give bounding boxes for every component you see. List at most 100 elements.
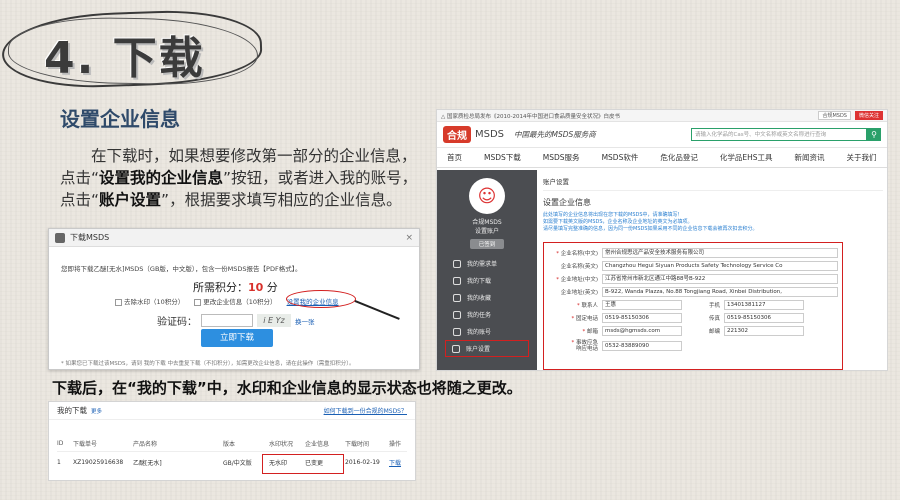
search-icon[interactable]: ⚲	[867, 128, 881, 141]
nav-home[interactable]: 首页	[447, 152, 462, 163]
sidebar-item-label: 我的需求单	[467, 261, 498, 268]
sidebar-item-label: 我的下载	[467, 278, 492, 285]
sidebar-item-account-settings[interactable]: 账户设置	[445, 340, 529, 357]
download-now-button[interactable]: 立即下载	[201, 329, 273, 347]
form-row: * 固定电话 0519-85150306 传真 0519-85150306	[544, 311, 842, 324]
field-label: * 联系人	[576, 302, 598, 309]
contact-input[interactable]: 王惠	[602, 299, 682, 310]
change-company-option[interactable]: 更改企业信息（10积分）	[194, 296, 277, 306]
field-label: 邮编	[708, 328, 720, 335]
nav-about[interactable]: 关于我们	[846, 152, 876, 163]
field-label: * 企业地址(中文)	[556, 276, 598, 283]
sidebar-item-tasks[interactable]: 我的任务	[437, 306, 537, 323]
account-button[interactable]: 合规MSDS	[818, 111, 851, 120]
phone-input[interactable]: 0519-85150306	[602, 312, 682, 323]
nav-msds-software[interactable]: MSDS软件	[602, 152, 639, 163]
field-label: * 邮箱	[582, 328, 598, 335]
nav-msds-download[interactable]: MSDS下载	[484, 152, 521, 163]
caption: 下载后，在“我的下载”中，水印和企业信息的显示状态也将随之更改。	[52, 379, 522, 397]
remove-watermark-option[interactable]: 去除水印（10积分）	[115, 296, 184, 306]
captcha-input[interactable]	[201, 314, 253, 327]
form-row: * 企业名称(中文) 常州合规思远产品安全技术服务有限公司	[544, 246, 842, 259]
download-link[interactable]: 下载	[389, 458, 407, 467]
sidebar-item-favorites[interactable]: 我的收藏	[437, 289, 537, 306]
downloads-header: 我的下载 更多 如何下载到一份合规的MSDS？	[49, 402, 415, 420]
field-label: 企业名称(英文)	[560, 263, 598, 270]
captcha-row: 验证码： i E Yz 换一张	[157, 313, 315, 328]
form-note: 如需要下载英文版的MSDS，企业名称及企业地址的英文为必填项。	[543, 219, 693, 225]
form-row: 企业地址(英文) B-922, Wanda Plazza, No.88 Tong…	[544, 285, 842, 298]
account-sidebar: ☺ 合规MSDS 设置账户 已签到 我的需求单 我的下载 我的收藏 我的任务 我…	[437, 170, 537, 370]
captcha-image[interactable]: i E Yz	[257, 314, 291, 327]
description: 在下载时，如果想要修改第一部分的企业信息，点击“设置我的企业信息”按钮，或者进入…	[60, 145, 422, 211]
nav-ehs-tools[interactable]: 化学品EHS工具	[720, 152, 773, 163]
signed-in-badge[interactable]: 已签到	[470, 239, 504, 249]
more-link[interactable]: 更多	[91, 407, 102, 415]
form-notes: 此处填写的企业信息将出现在您下载的MSDS中，请准确填写！ 如需要下载英文版的M…	[543, 212, 883, 233]
arrow-pointer	[354, 300, 400, 320]
points-label: 所需积分：	[193, 281, 248, 294]
site-slogan: 中国最先的MSDS服务商	[514, 130, 596, 139]
user-settings-link[interactable]: 设置账户	[437, 226, 537, 235]
field-label: * 企业名称(中文)	[556, 250, 598, 257]
desc-bold-1: 设置我的企业信息	[99, 169, 224, 187]
nav-news[interactable]: 新闻资讯	[794, 152, 824, 163]
form-row: * 企业地址(中文) 江苏省常州市新北区通江中路88号B-922	[544, 272, 842, 285]
captcha-label: 验证码：	[157, 317, 197, 328]
star-icon	[453, 293, 461, 302]
nav-msds-service[interactable]: MSDS服务	[543, 152, 580, 163]
company-info-form: * 企业名称(中文) 常州合规思远产品安全技术服务有限公司 企业名称(英文) C…	[543, 242, 843, 370]
my-downloads-panel: 我的下载 更多 如何下载到一份合规的MSDS？ ID 下载单号 产品名称 版本 …	[48, 401, 416, 481]
sidebar-item-downloads[interactable]: 我的下载	[437, 272, 537, 289]
cell-id: 1	[57, 458, 61, 466]
change-company-checkbox[interactable]	[194, 298, 202, 306]
site-logo-text: MSDS	[475, 129, 505, 140]
company-name-en-input[interactable]: Changzhou Hegui Siyuan Products Safety T…	[602, 260, 838, 271]
site-header: 合规 MSDS 中国最先的MSDS服务商 请输入化学品的Cas号、中文名称或英文…	[437, 122, 887, 148]
sidebar-item-requirements[interactable]: 我的需求单	[437, 255, 537, 272]
page-title: 设置企业信息	[543, 198, 591, 207]
column-header: 下载单号	[73, 441, 98, 448]
download-dialog: 下载MSDS × 您即将下载乙醚[无水]MSDS（GB版，中文版），包含一份MS…	[48, 228, 420, 370]
sidebar-item-label: 我的任务	[467, 312, 492, 319]
status-highlight-box	[262, 454, 344, 474]
emergency-phone-input[interactable]: 0532-83889090	[602, 341, 682, 351]
points-unit: 分	[263, 281, 278, 294]
avatar[interactable]: ☺	[469, 178, 505, 214]
column-header: 操作	[389, 441, 402, 448]
mobile-input[interactable]: 13401381127	[724, 299, 804, 310]
site-topbar: △ 国家质检总局发布《2010-2014年中国进口食品质量安全状况》白皮书 合规…	[437, 110, 887, 122]
form-row: * 联系人 王惠 手机 13401381127	[544, 298, 842, 311]
cell-order-no: XZ19025916638	[73, 458, 124, 466]
wechat-follow-button[interactable]: 微信关注	[854, 111, 883, 120]
zip-input[interactable]: 221302	[724, 325, 804, 336]
remove-watermark-checkbox[interactable]	[115, 298, 122, 306]
company-address-cn-input[interactable]: 江苏省常州市新北区通江中路88号B-922	[602, 273, 838, 284]
sidebar-item-label: 我的账号	[467, 329, 492, 336]
site-logo[interactable]: 合规	[443, 126, 471, 143]
highlight-oval	[286, 290, 356, 308]
announcement[interactable]: △ 国家质检总局发布《2010-2014年中国进口食品质量安全状况》白皮书	[441, 112, 620, 120]
sidebar-item-account[interactable]: 我的账号	[437, 323, 537, 340]
email-input[interactable]: msds@hgmsds.com	[602, 325, 682, 336]
form-note: 请尽量填写完整准确的信息，因为同一份MSDS如果采用不同的企业信息下载会被再次扣…	[543, 226, 758, 232]
fax-input[interactable]: 0519-85150306	[724, 312, 804, 323]
dialog-note: * 如果您已下载过该MSDS，请到 我的下载 中去重复下载（不扣积分），如需更改…	[61, 361, 355, 367]
close-icon[interactable]: ×	[405, 233, 413, 243]
refresh-captcha-link[interactable]: 换一张	[295, 316, 315, 326]
field-label: * 事故应急 响应电话	[571, 340, 598, 352]
dialog-title: 下载MSDS	[70, 233, 110, 242]
search-input[interactable]: 请输入化学品的Cas号、中文名称或英文名称进行查询	[691, 128, 867, 141]
howto-link[interactable]: 如何下载到一份合规的MSDS？	[324, 406, 407, 415]
site-nav: 首页 MSDS下载 MSDS服务 MSDS软件 危化品登记 化学品EHS工具 新…	[437, 148, 887, 168]
company-name-cn-input[interactable]: 常州合规思远产品安全技术服务有限公司	[602, 247, 838, 258]
company-address-en-input[interactable]: B-922, Wanda Plazza, No.88 Tongjiang Roa…	[602, 286, 838, 297]
nav-hazard-registration[interactable]: 危化品登记	[660, 152, 698, 163]
breadcrumb: 账户设置	[543, 176, 883, 191]
dialog-header: 下载MSDS ×	[49, 229, 419, 247]
sidebar-item-label: 我的收藏	[467, 295, 492, 302]
dialog-message: 您即将下载乙醚[无水]MSDS（GB版，中文版），包含一份MSDS报告【PDF格…	[61, 265, 302, 273]
field-label: 手机	[708, 302, 720, 309]
msds-site-screenshot: △ 国家质检总局发布《2010-2014年中国进口食品质量安全状况》白皮书 合规…	[436, 109, 888, 371]
msds-logo-icon	[55, 232, 65, 243]
